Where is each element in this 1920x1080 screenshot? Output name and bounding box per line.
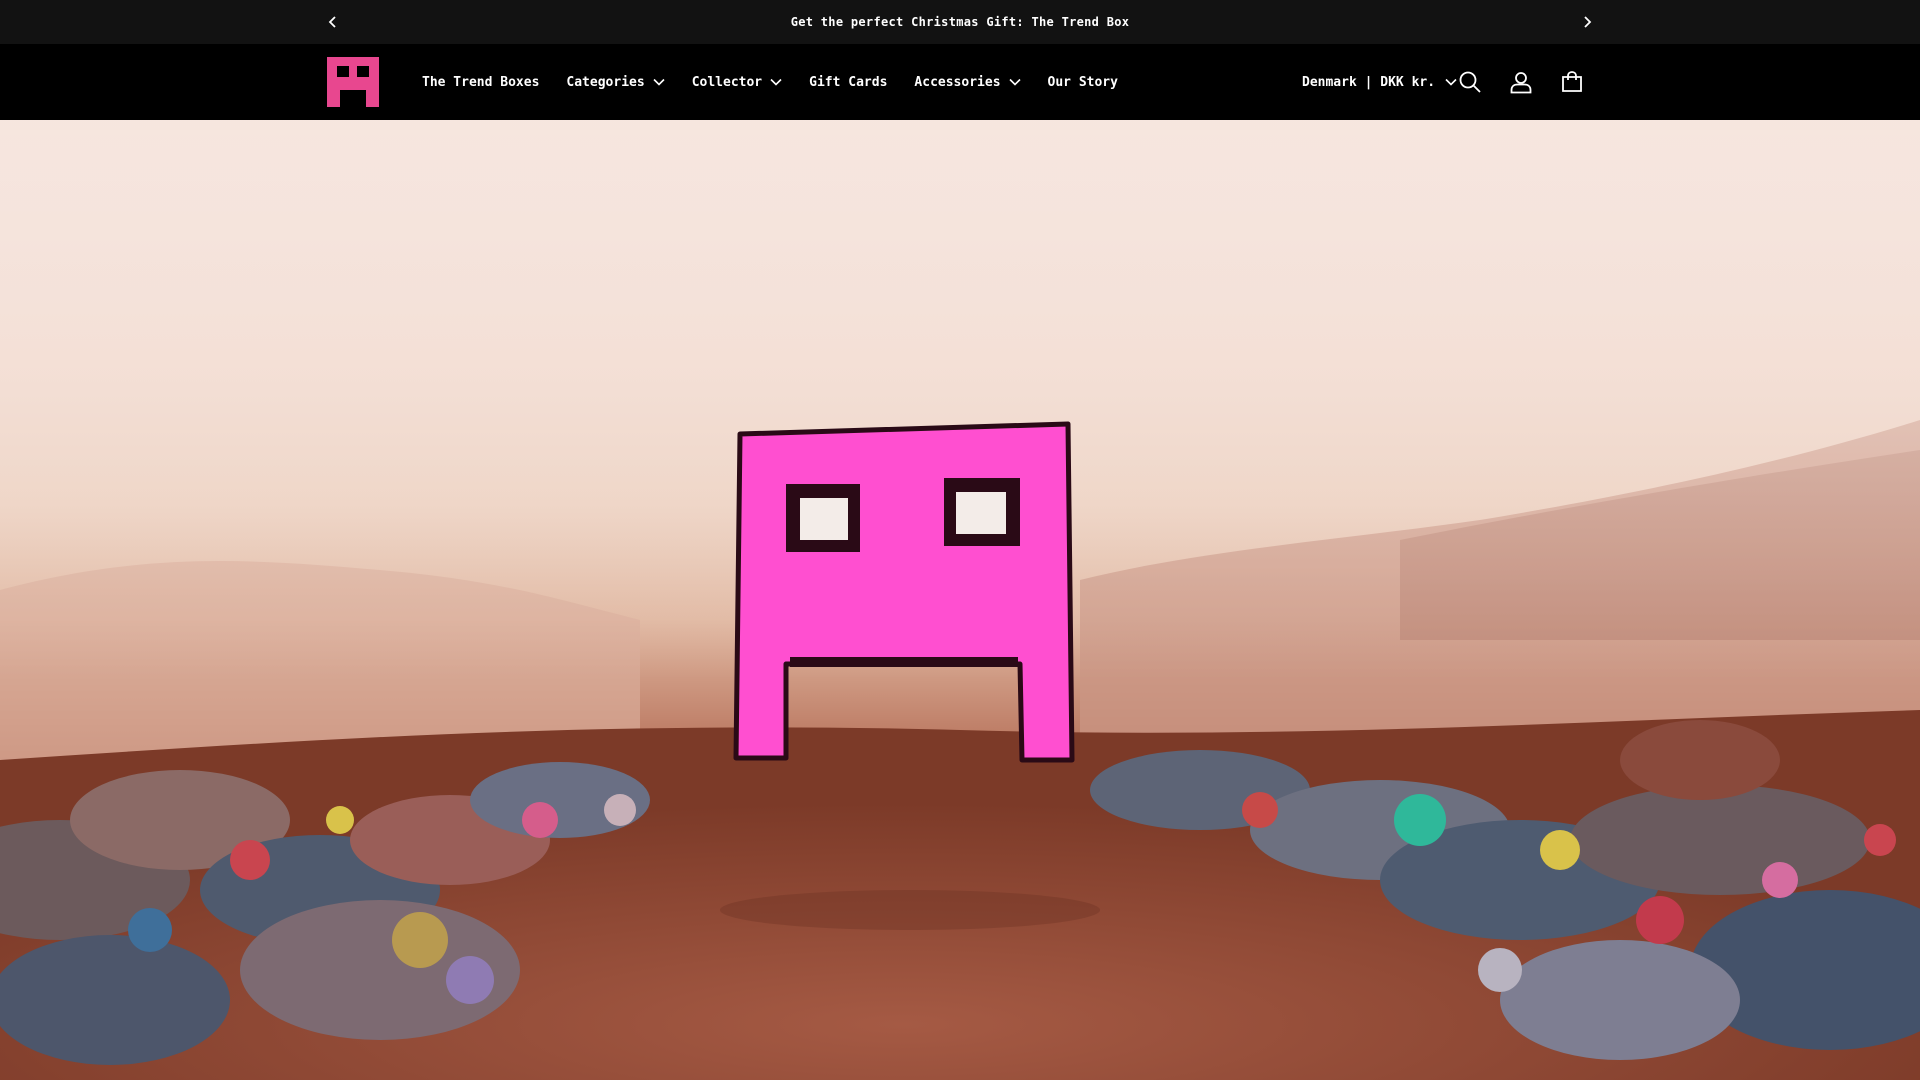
nav-item-accessories[interactable]: Accessories (914, 74, 1021, 90)
account-button[interactable] (1505, 66, 1537, 98)
nav-item-categories[interactable]: Categories (566, 74, 665, 90)
cart-icon (1562, 71, 1582, 92)
nav-item-gift-cards[interactable]: Gift Cards (809, 75, 887, 90)
search-button[interactable] (1454, 66, 1486, 98)
hero-scene (0, 120, 1920, 1080)
chevron-down-icon (770, 78, 782, 86)
country-selector[interactable]: Denmark | DKK kr. (1302, 44, 1457, 120)
nav-item-trend-boxes[interactable]: The Trend Boxes (422, 75, 539, 90)
nav-item-label: Categories (566, 74, 645, 90)
announcement-next-button[interactable] (1574, 9, 1600, 35)
nav-item-label: Accessories (914, 74, 1001, 90)
country-label: Denmark | DKK kr. (1302, 74, 1436, 90)
nav-item-our-story[interactable]: Our Story (1048, 75, 1118, 90)
nav-item-label: Collector (691, 74, 763, 90)
site-header: The Trend Boxes Categories Collector Gif… (0, 44, 1920, 120)
main-nav: The Trend Boxes Categories Collector Gif… (422, 44, 1145, 120)
nav-item-label: Our Story (1047, 74, 1118, 90)
nav-item-label: Gift Cards (809, 74, 888, 90)
search-icon (1459, 71, 1481, 93)
account-icon (1510, 72, 1532, 94)
announcement-bar: Get the perfect Christmas Gift: The Tren… (0, 0, 1920, 44)
mascot-figure (733, 421, 1075, 763)
nav-item-collector[interactable]: Collector (692, 75, 782, 90)
announcement-text: Get the perfect Christmas Gift: The Tren… (790, 15, 1130, 29)
nav-item-label: The Trend Boxes (422, 74, 540, 90)
logo-icon (327, 57, 379, 107)
chevron-right-icon (1584, 16, 1592, 28)
chevron-left-icon (328, 16, 336, 28)
hero-banner[interactable] (0, 120, 1920, 1080)
cart-button[interactable] (1556, 66, 1588, 98)
site-logo[interactable] (327, 57, 379, 107)
chevron-down-icon (1008, 78, 1021, 86)
announcement-prev-button[interactable] (320, 9, 346, 35)
chevron-down-icon (653, 78, 665, 86)
